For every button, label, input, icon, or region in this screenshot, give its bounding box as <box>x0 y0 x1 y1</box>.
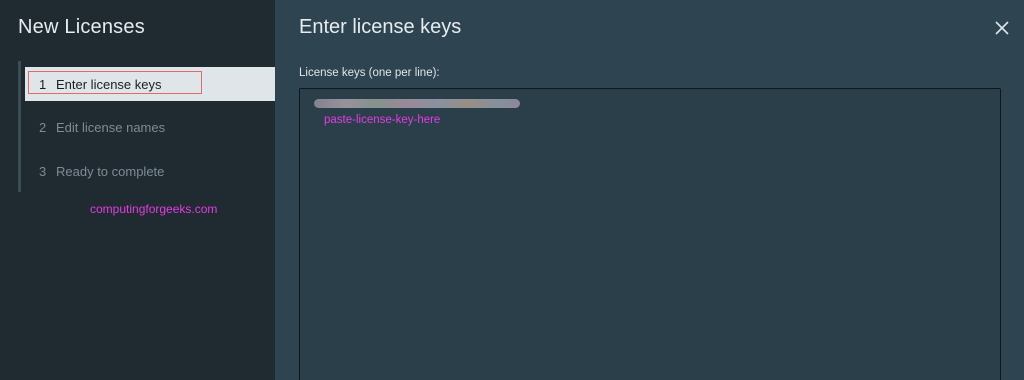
close-icon <box>995 21 1009 35</box>
step-number: 3 <box>39 163 47 179</box>
wizard-content: Enter license keys License keys (one per… <box>275 0 1024 380</box>
page-title: Enter license keys <box>299 16 462 38</box>
watermark-text: computingforgeeks.com <box>90 202 218 216</box>
license-keys-label: License keys (one per line): <box>299 67 440 79</box>
license-keys-textarea[interactable]: paste-license-key-here <box>299 88 1001 380</box>
steps-rail <box>18 61 21 192</box>
paste-license-key-annotation: paste-license-key-here <box>324 114 441 126</box>
wizard-sidebar: New Licenses 1 Enter license keys 2 Edit… <box>0 0 275 380</box>
wizard-title: New Licenses <box>18 16 145 38</box>
step-edit-license-names[interactable]: 2 Edit license names <box>25 110 275 144</box>
new-licenses-wizard: New Licenses 1 Enter license keys 2 Edit… <box>0 0 1024 380</box>
step-label: Ready to complete <box>56 163 165 179</box>
step-number: 2 <box>39 119 47 135</box>
close-button[interactable] <box>994 20 1010 36</box>
step-number: 1 <box>39 76 47 92</box>
step-label: Edit license names <box>56 119 166 135</box>
redacted-license-key <box>314 99 520 108</box>
step-label: Enter license keys <box>56 76 162 92</box>
step-ready-to-complete[interactable]: 3 Ready to complete <box>25 154 275 188</box>
step-enter-license-keys[interactable]: 1 Enter license keys <box>25 67 275 101</box>
